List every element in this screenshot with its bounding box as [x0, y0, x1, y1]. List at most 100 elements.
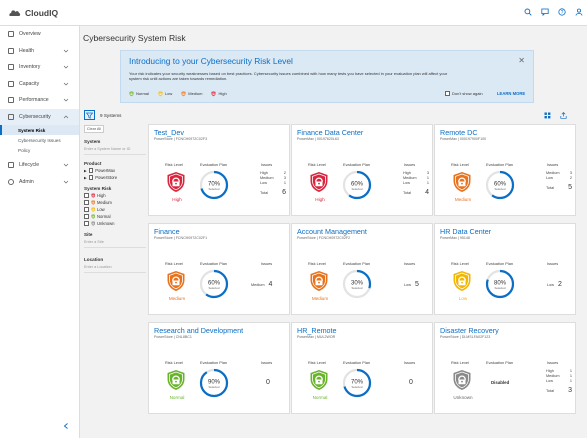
system-card[interactable]: Disaster Recovery PowerStore | DLMSLFA02F… [434, 322, 576, 414]
system-name[interactable]: Finance Data Center [297, 128, 363, 137]
system-card[interactable]: HR Data Center PowerMax | 95148 Risk Level… [434, 223, 576, 315]
chevron-up-icon[interactable] [63, 114, 69, 120]
total-label: Total [260, 190, 269, 195]
risk-level-value: Medium [454, 197, 472, 202]
issues-header: Issues [547, 261, 559, 266]
expand-arrow-icon[interactable]: ▶ [84, 176, 87, 180]
risk-option-medium[interactable]: Medium [84, 200, 146, 205]
system-card[interactable]: HR_Remote PowerMax | MUL2WOR Risk Level Eva… [291, 322, 433, 414]
learn-more-link[interactable]: LEARN MORE [497, 91, 525, 96]
risk-level-value: Medium [311, 296, 329, 301]
system-filter-label: System [84, 139, 101, 144]
product-option-powerstore[interactable]: ▶ PowerStore [84, 175, 146, 180]
dont-show-again-checkbox[interactable]: Don't show again [445, 91, 483, 96]
sidebar-item-capacity[interactable]: Capacity [0, 76, 79, 93]
close-icon[interactable]: ✕ [518, 56, 525, 65]
checkbox[interactable] [84, 200, 89, 205]
system-card[interactable]: Test_Dev PowerStore | FCNCH0972C02F3 Risk … [148, 124, 290, 216]
risk-level-header: Risk Level [308, 261, 326, 266]
issue-count: 5 [414, 281, 419, 288]
system-card[interactable]: Remote DC PowerMax | 000197900F100 Risk Le… [434, 124, 576, 216]
search-icon[interactable] [524, 8, 532, 16]
sidebar-item-label: Overview [19, 31, 41, 38]
checkbox[interactable] [84, 193, 89, 198]
system-name[interactable]: Research and Development [154, 326, 243, 335]
system-card[interactable]: Finance Data Center PowerMax | 00197620L6… [291, 124, 433, 216]
system-name[interactable]: Remote DC [440, 128, 478, 137]
grid-view-icon[interactable] [544, 112, 551, 119]
system-model: PowerStore | DLMSLFA02F123 [440, 335, 491, 339]
risk-option-high[interactable]: High [84, 193, 146, 198]
option-label: Low [97, 207, 105, 212]
sidebar-item-lifecycle[interactable]: Lifecycle [0, 157, 79, 174]
app-logo[interactable]: CloudIQ [8, 8, 58, 18]
total-value: 5 [568, 184, 572, 191]
option-label: Normal [97, 214, 111, 219]
filter-toggle-button[interactable] [84, 110, 95, 120]
sidebar-item-admin[interactable]: Admin [0, 174, 79, 191]
sidebar-subitem-cybersecurity-issues[interactable]: Cybersecurity Issues [0, 135, 79, 145]
performance-icon [8, 97, 14, 104]
checkbox[interactable] [84, 214, 89, 219]
chevron-down-icon[interactable] [63, 97, 69, 103]
risk-level-header: Risk Level [308, 360, 326, 365]
chat-icon[interactable] [541, 8, 549, 16]
expand-arrow-icon[interactable]: ▶ [84, 169, 87, 173]
issues-single: Medium 4 [251, 281, 272, 288]
legend-item-normal: Normal [129, 91, 149, 97]
system-model: PowerMax | 95148 [440, 236, 470, 240]
evaluation-plan-donut: 60%Selected [342, 170, 372, 200]
system-model: PowerStore | FCNCH0972C02F3 [154, 137, 208, 141]
issue-label: Low [547, 282, 554, 287]
system-name[interactable]: Test_Dev [154, 128, 184, 137]
legend-item-low: Low [158, 91, 172, 97]
site-filter-input[interactable]: Enter a Site [84, 240, 146, 248]
sidebar-subitem-system-risk[interactable]: System Risk [0, 125, 79, 135]
system-card[interactable]: Research and Development PowerStore | CNL… [148, 322, 290, 414]
location-filter-input[interactable]: Enter a Location [84, 265, 146, 273]
system-card[interactable]: Finance PowerStore | FCNCH0972C02F1 Risk L… [148, 223, 290, 315]
chevron-down-icon[interactable] [63, 48, 69, 54]
system-name[interactable]: Finance [154, 227, 180, 236]
chevron-down-icon[interactable] [63, 179, 69, 185]
checkbox[interactable] [84, 207, 89, 212]
chevron-down-icon[interactable] [63, 64, 69, 70]
sidebar-subitem-policy[interactable]: Policy [0, 145, 79, 155]
system-name[interactable]: Disaster Recovery [440, 326, 499, 335]
risk-option-unknown[interactable]: Unknown [84, 221, 146, 226]
checkbox[interactable] [445, 91, 450, 96]
collapse-sidebar-icon[interactable] [62, 422, 70, 430]
help-icon[interactable]: ? [558, 8, 566, 16]
sidebar-item-inventory[interactable]: Inventory [0, 59, 79, 76]
sidebar-item-health[interactable]: Health [0, 43, 79, 60]
risk-level-value: Normal [169, 395, 185, 400]
sidebar-item-cybersecurity[interactable]: Cybersecurity [0, 108, 79, 125]
legend-shield-icon [129, 91, 134, 97]
system-card[interactable]: Account Management PowerStore | FCNCH0972… [291, 223, 433, 315]
system-model: PowerStore | CNL8BC1 [154, 335, 192, 339]
product-option-powermax[interactable]: ▶ PowerMax [84, 168, 146, 173]
risk-level-value: Low [458, 296, 468, 301]
issue-count: 4 [268, 281, 273, 288]
risk-option-normal[interactable]: Normal [84, 214, 146, 219]
evaluation-plan-donut: 60%Selected [485, 170, 515, 200]
sidebar-item-performance[interactable]: Performance [0, 92, 79, 109]
legend-label: Normal [136, 91, 149, 97]
checkbox[interactable] [84, 221, 89, 226]
risk-shield-icon [310, 271, 328, 291]
system-count: 9 Systems [100, 112, 122, 118]
checkbox[interactable] [88, 168, 94, 173]
clear-all-button[interactable]: Clear All [84, 125, 104, 133]
system-name[interactable]: Account Management [297, 227, 367, 236]
option-label: High [97, 193, 106, 198]
export-icon[interactable] [560, 112, 567, 119]
sidebar-item-overview[interactable]: Overview [0, 26, 79, 43]
system-filter-input[interactable]: Enter a System Name or ID [84, 147, 146, 155]
user-icon[interactable] [575, 8, 583, 16]
system-name[interactable]: HR_Remote [297, 326, 337, 335]
system-name[interactable]: HR Data Center [440, 227, 491, 236]
chevron-down-icon[interactable] [63, 162, 69, 168]
risk-option-low[interactable]: Low [84, 207, 146, 212]
checkbox[interactable] [88, 175, 94, 180]
chevron-down-icon[interactable] [63, 81, 69, 87]
